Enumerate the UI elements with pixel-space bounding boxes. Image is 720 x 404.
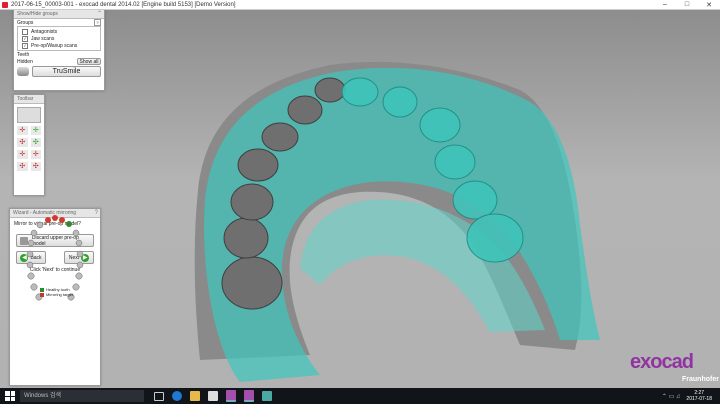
groups-header[interactable]: Groups ?	[14, 19, 104, 26]
window-title-bar: 2017-06-15_00003-001 - exocad dental 201…	[0, 0, 720, 10]
jaw-scan-render	[194, 61, 600, 383]
tooth-legend: Healthy tooth Mirroring target	[40, 287, 73, 297]
close-button[interactable]: ✕	[698, 0, 720, 9]
trusmile-row: TruSmile	[17, 66, 101, 77]
legend-swatch-healthy	[40, 287, 44, 292]
show-hide-panel-title: Show/Hide groups ⌃	[14, 10, 104, 19]
maximize-button[interactable]: □	[676, 0, 698, 9]
reset-view-icon[interactable]: ✣	[30, 162, 41, 171]
edge-browser-icon[interactable]	[172, 391, 182, 401]
group-item-antagonists[interactable]: Antagonists	[22, 28, 96, 35]
fraunhofer-logo: Fraunhofer	[682, 376, 719, 383]
groups-label: Groups	[17, 19, 34, 26]
windows-taskbar: Windows 검색 ⌃ ▭ ♫ 2:27 2017-07-18	[0, 388, 720, 404]
panel-collapse-icon[interactable]: ⌃	[97, 10, 102, 18]
task-view-icon[interactable]	[154, 391, 164, 401]
pan-icon[interactable]: ✛	[30, 126, 41, 135]
view-cube-icon[interactable]	[17, 107, 41, 123]
teeth-header[interactable]: Teeth	[14, 51, 104, 58]
taskbar-clock[interactable]: 2:27 2017-07-18	[686, 390, 712, 402]
view-top-icon[interactable]: ✛	[17, 150, 28, 159]
view-bottom-icon[interactable]: ✛	[30, 150, 41, 159]
hidden-label: Hidden	[17, 58, 33, 65]
tray-icons[interactable]: ⌃ ▭ ♫	[662, 393, 681, 400]
exocad-taskbar-icon-2[interactable]	[244, 390, 254, 402]
group-item-jaw-scans[interactable]: ✓ Jaw scans	[22, 35, 96, 42]
minimize-button[interactable]: –	[654, 0, 676, 9]
help-icon[interactable]: ?	[94, 19, 101, 26]
trusmile-icon	[17, 67, 29, 76]
app-icon	[2, 1, 8, 8]
store-icon[interactable]	[208, 391, 218, 401]
toolbar-title: Toolbar	[14, 95, 44, 104]
toolbar-panel: Toolbar ✛ ✛ ✣ ✣ ✛ ✛ ✣ ✣	[13, 94, 45, 196]
file-explorer-icon[interactable]	[190, 391, 200, 401]
view-left-icon[interactable]: ✣	[17, 138, 28, 147]
windows-start-icon[interactable]	[5, 391, 15, 401]
taskbar-search-box[interactable]: Windows 검색	[20, 390, 144, 402]
3d-viewport[interactable]: Show/Hide groups ⌃ Groups ? Antagonists …	[0, 10, 720, 388]
app-taskbar-icon[interactable]	[262, 391, 272, 401]
checkbox-pre-op[interactable]: ✓	[22, 42, 28, 49]
checkbox-antagonists[interactable]	[22, 28, 28, 35]
legend-swatch-target	[40, 292, 44, 297]
wizard-panel: Wizard - Automatic mirroring ? Mirror to…	[9, 208, 101, 386]
show-all-button[interactable]: Show all	[77, 58, 101, 65]
checkbox-jaw-scans[interactable]: ✓	[22, 35, 28, 42]
zoom-icon[interactable]: ✣	[17, 162, 28, 171]
toolbar-icons: ✛ ✛ ✣ ✣ ✛ ✛ ✣ ✣	[14, 104, 44, 174]
teeth-label: Teeth	[17, 51, 30, 58]
rotate-icon[interactable]: ✛	[17, 126, 28, 135]
hidden-header: Hidden Show all	[14, 58, 104, 65]
exocad-logo: exocad	[630, 351, 694, 373]
group-item-pre-op[interactable]: ✓ Pre-op/Waxup scans	[22, 42, 96, 49]
show-hide-panel: Show/Hide groups ⌃ Groups ? Antagonists …	[13, 10, 105, 91]
window-title: 2017-06-15_00003-001 - exocad dental 201…	[11, 1, 236, 8]
exocad-taskbar-icon-1[interactable]	[226, 390, 236, 402]
view-right-icon[interactable]: ✣	[30, 138, 41, 147]
trusmile-button[interactable]: TruSmile	[32, 66, 101, 77]
